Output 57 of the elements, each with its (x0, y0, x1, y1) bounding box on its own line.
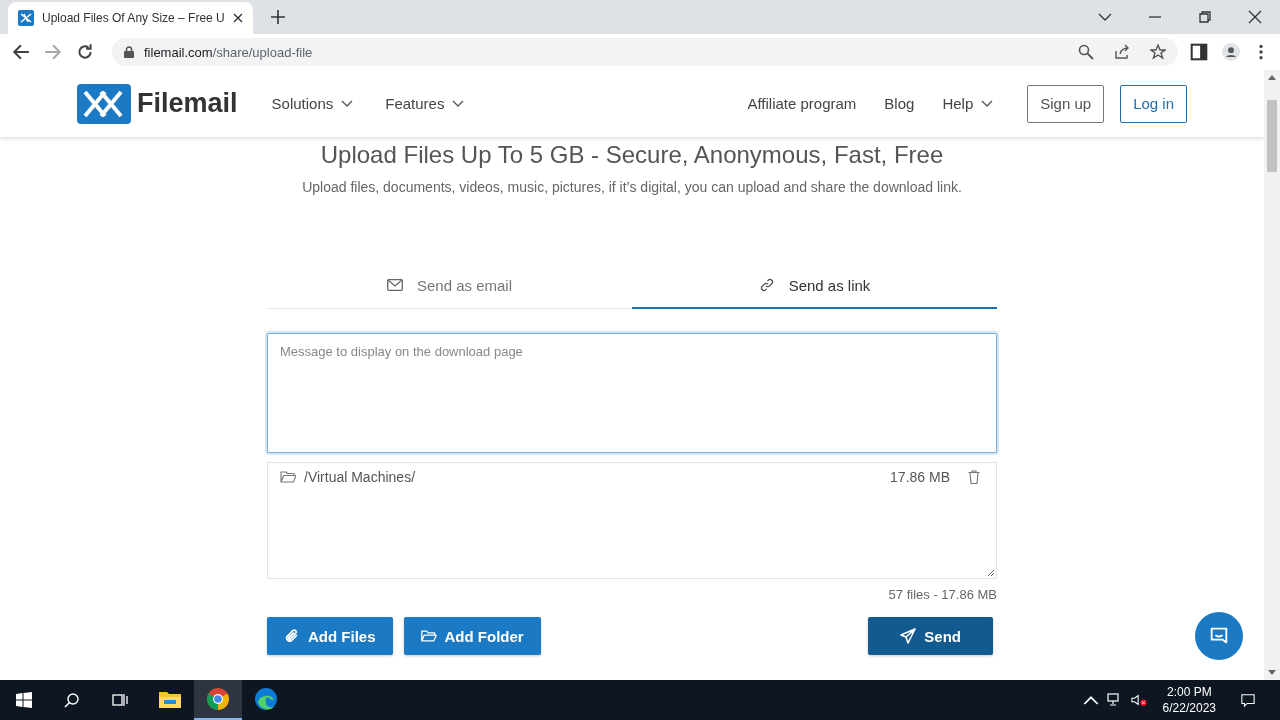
sign-up-button[interactable]: Sign up (1027, 84, 1105, 123)
search-icon[interactable] (64, 692, 80, 708)
resize-grip-icon[interactable] (987, 569, 995, 577)
nav-link[interactable]: Blog (884, 95, 915, 112)
page-subtitle: Upload files, documents, videos, music, pictures, if it’s digital, you can upload and share the download link. (301, 179, 963, 195)
task-view-icon[interactable] (112, 692, 128, 708)
send-tab[interactable]: Send as email (267, 263, 632, 309)
folder-icon (420, 628, 437, 644)
files-summary: 57 files - 17.86 MB (888, 587, 997, 602)
reload-icon[interactable] (76, 43, 94, 61)
logo-icon (18, 10, 34, 26)
filemail-logo[interactable]: Filemail (77, 83, 238, 124)
scroll-up-icon[interactable] (1268, 74, 1276, 80)
close-icon[interactable] (232, 13, 243, 23)
star-icon[interactable] (1150, 44, 1166, 60)
scrollbar-thumb[interactable] (1267, 100, 1277, 172)
url-text: filemail.com/share/upload-file (144, 44, 313, 60)
add-files-button[interactable]: Add Files (267, 617, 393, 655)
paper-plane-icon (900, 628, 917, 644)
scroll-down-icon[interactable] (1268, 670, 1276, 676)
lock-icon (124, 46, 134, 58)
nav-link[interactable]: Help (942, 95, 994, 112)
speaker-muted-icon[interactable] (1130, 693, 1147, 707)
taskbar-clock[interactable]: 2:00 PM 6/22/2023 (1162, 684, 1216, 716)
link-icon (758, 278, 775, 292)
scrollbar[interactable] (1264, 70, 1280, 680)
nav-link[interactable]: Features (385, 95, 465, 112)
back-icon[interactable] (12, 43, 30, 61)
nav-link[interactable]: Affiliate program (747, 95, 857, 112)
browser-tab[interactable]: Upload Files Of Any Size – Free U (8, 2, 253, 34)
chrome-icon[interactable] (194, 680, 242, 720)
chat-button[interactable] (1195, 612, 1243, 660)
restore-icon[interactable] (1198, 10, 1212, 24)
log-in-button[interactable]: Log in (1120, 84, 1187, 123)
paperclip-icon (284, 628, 300, 644)
add-folder-button[interactable]: Add Folder (403, 617, 541, 655)
send-tab[interactable]: Send as link (632, 263, 997, 309)
file-name: /Virtual Machines/ (304, 469, 415, 485)
profile-icon[interactable] (1222, 43, 1240, 61)
close-icon[interactable] (1248, 10, 1262, 24)
side-panel-icon[interactable] (1190, 43, 1208, 61)
windows-start-icon[interactable] (16, 692, 32, 708)
trash-icon[interactable] (968, 470, 980, 484)
menu-icon[interactable] (1258, 43, 1264, 61)
notifications-icon[interactable] (1240, 693, 1256, 707)
page-heading: Upload Files Up To 5 GB - Secure, Anonymous, Fast, Free (319, 141, 945, 169)
envelope-icon (386, 278, 403, 292)
send-button[interactable]: Send (868, 617, 993, 655)
message-field[interactable]: Message to display on the download page (267, 333, 997, 453)
search-icon[interactable] (1078, 44, 1094, 60)
tab-title: Upload Files Of Any Size – Free U (42, 11, 225, 25)
folder-icon (280, 471, 296, 483)
nav-link[interactable]: Solutions (271, 95, 354, 112)
share-icon[interactable] (1114, 44, 1130, 60)
file-size: 17.86 MB (890, 469, 950, 485)
address-bar[interactable]: filemail.com/share/upload-file (112, 38, 1178, 66)
new-tab-icon[interactable] (270, 10, 285, 24)
